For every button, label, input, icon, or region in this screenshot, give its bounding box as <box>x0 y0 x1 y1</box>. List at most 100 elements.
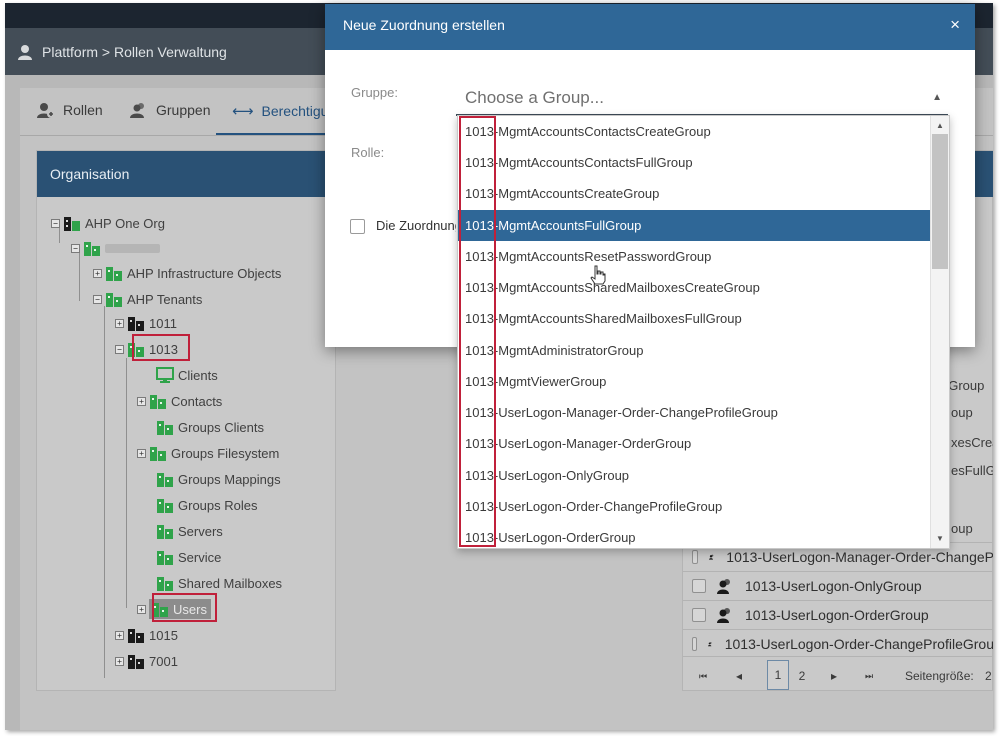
tab-rollen[interactable]: Rollen <box>37 102 103 118</box>
prefix-highlight-box <box>459 116 496 547</box>
group-icon <box>130 103 144 118</box>
tree-node-label: Groups Filesystem <box>171 445 280 461</box>
dropdown-option[interactable]: 1013-MgmtAccountsContactsCreateGroup <box>458 116 930 147</box>
dialog-title: Neue Zuordnung erstellen <box>343 17 505 33</box>
dropdown-option[interactable]: 1013-MgmtViewerGroup <box>458 366 930 397</box>
table-row[interactable]: 1013-UserLogon-Order-ChangeProfileGrou <box>683 629 993 658</box>
dropdown-option[interactable]: 1013-MgmtAccountsContactsFullGroup <box>458 147 930 178</box>
dropdown-option-selected[interactable]: 1013-MgmtAccountsFullGroup <box>458 210 930 241</box>
dropdown-option[interactable]: 1013-UserLogon-OrderGroup <box>458 522 930 548</box>
tree-node-ahp-infrastructure-objects[interactable]: + AHP Infrastructure Objects <box>93 263 281 283</box>
dropdown-option[interactable]: 1013-MgmtAccountsSharedMailboxesFullGrou… <box>458 303 930 334</box>
last-page-button[interactable]: ⏭ <box>863 666 875 686</box>
tree-node-label: AHP One Org <box>85 215 165 231</box>
tab-label: Gruppen <box>156 102 211 118</box>
expand-icon[interactable]: + <box>93 268 102 278</box>
expand-icon[interactable]: + <box>115 318 124 328</box>
row-checkbox[interactable] <box>692 608 706 622</box>
row-checkbox[interactable] <box>692 579 706 593</box>
dropdown-option[interactable]: 1013-UserLogon-OnlyGroup <box>458 460 930 491</box>
building-green-icon <box>157 577 173 591</box>
tab-label: Rollen <box>63 102 103 118</box>
table-row[interactable]: 1013-UserLogon-OrderGroup <box>683 600 993 629</box>
dropdown-option[interactable]: 1013-UserLogon-Manager-Order-ChangeProfi… <box>458 397 930 428</box>
expand-icon[interactable]: + <box>137 604 146 614</box>
tree-line <box>104 306 105 678</box>
tree-node-label: 7001 <box>149 653 178 669</box>
tree-node-clients[interactable]: Clients <box>156 365 218 385</box>
scrollbar-thumb[interactable] <box>932 134 948 269</box>
page-size-value[interactable]: 2 <box>985 666 993 686</box>
close-icon[interactable]: × <box>950 15 960 35</box>
highlight-box-users <box>152 593 217 622</box>
tab-berechtigungen[interactable]: ⟷ Berechtigungen <box>232 102 332 120</box>
user-group-icon <box>717 579 730 594</box>
organisation-header: Organisation <box>37 151 337 197</box>
tree-node-shared-mailboxes[interactable]: Shared Mailboxes <box>156 573 282 593</box>
first-page-button[interactable]: ⏮ <box>697 666 709 686</box>
row-checkbox[interactable] <box>692 637 698 651</box>
page-1-button[interactable]: 1 <box>767 660 789 690</box>
scroll-up-icon[interactable]: ▲ <box>936 121 944 130</box>
group-name: 1013-UserLogon-OnlyGroup <box>745 578 922 594</box>
tree-node-redacted[interactable]: − <box>71 238 160 258</box>
tree-node-service[interactable]: Service <box>156 547 221 567</box>
expand-icon[interactable]: + <box>115 656 124 666</box>
dropdown-option[interactable]: 1013-MgmtAccountsResetPasswordGroup <box>458 241 930 272</box>
tree-node-1011[interactable]: + 1011 <box>115 313 177 333</box>
collapse-icon[interactable]: − <box>93 294 102 304</box>
dropdown-option[interactable]: 1013-UserLogon-Order-ChangeProfileGroup <box>458 491 930 522</box>
group-name: 1013-UserLogon-Manager-Order-ChangeP <box>726 549 993 565</box>
tree-node-1015[interactable]: + 1015 <box>115 625 178 645</box>
collapse-icon[interactable]: − <box>71 243 80 253</box>
dropdown-option[interactable]: 1013-MgmtAccountsCreateGroup <box>458 178 930 209</box>
prev-page-button[interactable]: ◂ <box>733 666 745 686</box>
expand-icon[interactable]: + <box>137 396 146 406</box>
user-settings-icon <box>18 45 32 60</box>
group-name-fragment: oup <box>951 405 973 420</box>
tree-node-ahp-tenants[interactable]: − AHP Tenants <box>93 289 202 309</box>
building-green-icon <box>106 293 122 307</box>
expand-icon[interactable]: + <box>115 630 124 640</box>
tree-node-label: Groups Clients <box>178 419 264 435</box>
page-size-label: Seitengröße: <box>905 669 974 683</box>
dropdown-option[interactable]: 1013-MgmtAdministratorGroup <box>458 335 930 366</box>
assignment-checkbox[interactable] <box>350 219 365 234</box>
highlight-box-1013 <box>132 334 190 361</box>
tab-gruppen[interactable]: Gruppen <box>130 102 210 118</box>
role-add-icon <box>37 103 55 118</box>
tree-node-servers[interactable]: Servers <box>156 521 223 541</box>
group-select-placeholder: Choose a Group... <box>465 88 604 107</box>
expand-icon[interactable]: + <box>137 448 146 458</box>
pagination: ⏮ ◂ 1 2 ▸ ⏭ Seitengröße: 2 <box>683 656 993 692</box>
user-group-icon <box>717 608 730 623</box>
scroll-down-icon[interactable]: ▼ <box>936 534 944 543</box>
group-name: 1013-UserLogon-OrderGroup <box>745 607 929 623</box>
dropdown-option[interactable]: 1013-UserLogon-Manager-OrderGroup <box>458 428 930 459</box>
table-row[interactable]: 1013-UserLogon-OnlyGroup <box>683 571 993 600</box>
tree-node-label: Groups Roles <box>178 497 258 513</box>
collapse-icon[interactable]: − <box>115 344 124 354</box>
tree-node-label: Clients <box>178 367 218 383</box>
tree-node-label: 1015 <box>149 627 178 643</box>
group-name-fragment: xesCrea <box>951 435 993 450</box>
tree-line <box>126 358 127 608</box>
tree-node-7001[interactable]: + 7001 <box>115 651 178 671</box>
group-select[interactable]: Choose a Group... ▲ <box>456 84 948 116</box>
tree-node-groups-mappings[interactable]: Groups Mappings <box>156 469 281 489</box>
tree-node-groups-filesystem[interactable]: + Groups Filesystem <box>137 443 279 463</box>
row-checkbox[interactable] <box>692 550 698 564</box>
tree-node-contacts[interactable]: + Contacts <box>137 391 222 411</box>
dropdown-option[interactable]: 1013-MgmtAccountsSharedMailboxesCreateGr… <box>458 272 930 303</box>
monitor-icon <box>156 367 174 383</box>
tree-node-label: Service <box>178 549 222 565</box>
collapse-icon[interactable]: − <box>51 218 60 228</box>
page-2-button[interactable]: 2 <box>796 666 808 686</box>
next-page-button[interactable]: ▸ <box>828 666 840 686</box>
tree-node-label: 1011 <box>149 315 177 331</box>
tree-node-groups-clients[interactable]: Groups Clients <box>156 417 264 437</box>
tree-node-ahp-one-org[interactable]: − AHP One Org <box>51 213 165 233</box>
building-green-icon <box>150 395 166 409</box>
tree-node-groups-roles[interactable]: Groups Roles <box>156 495 257 515</box>
building-black-icon <box>128 317 144 331</box>
